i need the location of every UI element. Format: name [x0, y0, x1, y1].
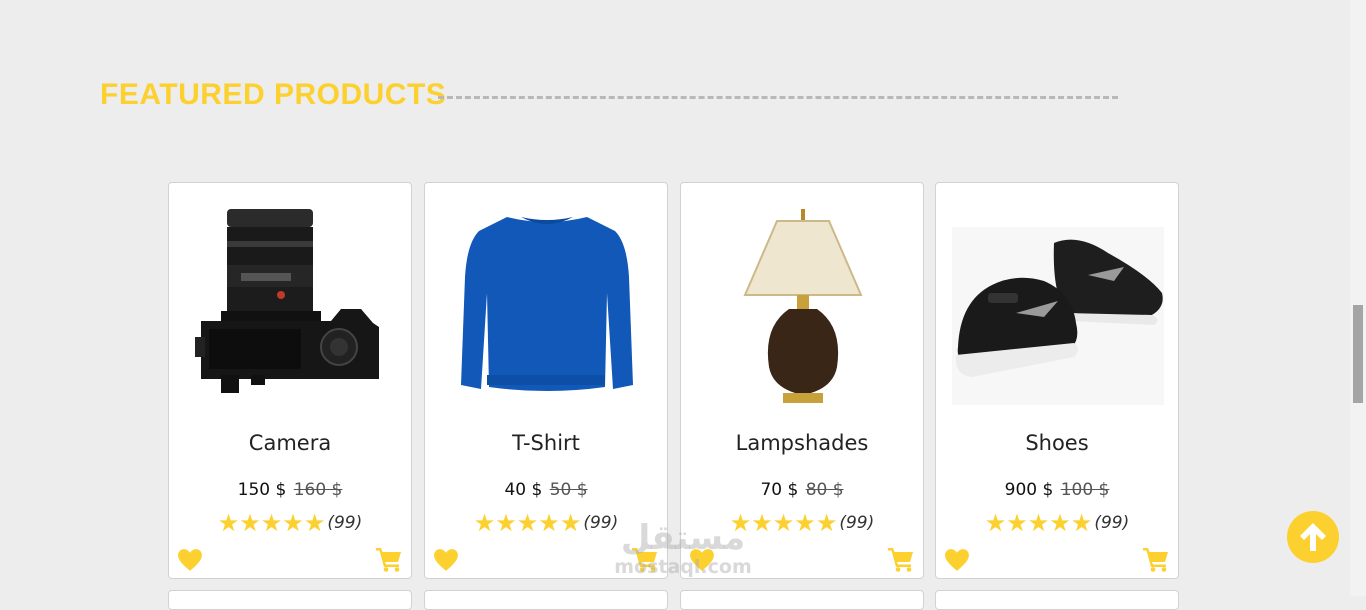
cart-icon[interactable]: [887, 546, 915, 572]
price-row: 70 $ 80 $: [681, 480, 923, 500]
product-card-next[interactable]: [935, 590, 1179, 610]
product-old-price: 80 $: [805, 480, 844, 500]
camera-image: [195, 209, 379, 393]
product-card-next[interactable]: [680, 590, 924, 610]
star-icon: ★★★★★: [473, 509, 582, 537]
star-icon: ★★★★★: [984, 509, 1093, 537]
product-card-next[interactable]: [424, 590, 668, 610]
rating-row: ★★★★★ (99): [169, 509, 411, 537]
section-title: FEATURED PRODUCTS: [100, 78, 447, 111]
product-price: 70 $: [760, 480, 799, 500]
price-row: 900 $ 100 $: [936, 480, 1178, 500]
product-card-shoes[interactable]: Shoes 900 $ 100 $ ★★★★★ (99): [935, 182, 1179, 579]
product-name: Camera: [248, 431, 332, 455]
product-old-price: 160 $: [293, 480, 343, 500]
product-name: Lampshades: [735, 431, 869, 455]
heart-icon[interactable]: [433, 548, 459, 572]
shoes-image: [952, 227, 1164, 405]
rating-count: (99): [839, 513, 875, 533]
cart-icon[interactable]: [375, 546, 403, 572]
watermark: مستقل mostaql.com: [603, 520, 763, 582]
product-name: T-Shirt: [512, 431, 580, 455]
cart-icon[interactable]: [1142, 546, 1170, 572]
product-card-next[interactable]: [168, 590, 412, 610]
watermark-logo: مستقل: [620, 518, 746, 558]
rating-count: (99): [1094, 513, 1130, 533]
product-old-price: 100 $: [1060, 480, 1110, 500]
rating-row: ★★★★★ (99): [936, 509, 1178, 537]
arrow-up-icon: [1300, 523, 1326, 551]
star-icon: ★★★★★: [217, 509, 326, 537]
product-old-price: 50 $: [549, 480, 588, 500]
rating-count: (99): [327, 513, 363, 533]
scrollbar-thumb[interactable]: [1353, 305, 1363, 403]
scroll-top-button[interactable]: [1287, 511, 1339, 563]
sweater-image: [461, 217, 633, 391]
title-divider: [438, 96, 1118, 99]
product-card-camera[interactable]: Camera 150 $ 160 $ ★★★★★ (99): [168, 182, 412, 579]
price-row: 40 $ 50 $: [425, 480, 667, 500]
product-price: 900 $: [1004, 480, 1054, 500]
price-row: 150 $ 160 $: [169, 480, 411, 500]
watermark-domain: mostaql.com: [614, 556, 752, 578]
heart-icon[interactable]: [944, 548, 970, 572]
product-price: 40 $: [504, 480, 543, 500]
lamp-image: [743, 209, 863, 403]
product-price: 150 $: [237, 480, 287, 500]
heart-icon[interactable]: [177, 548, 203, 572]
scrollbar[interactable]: [1350, 0, 1366, 596]
product-name: Shoes: [1025, 431, 1089, 455]
